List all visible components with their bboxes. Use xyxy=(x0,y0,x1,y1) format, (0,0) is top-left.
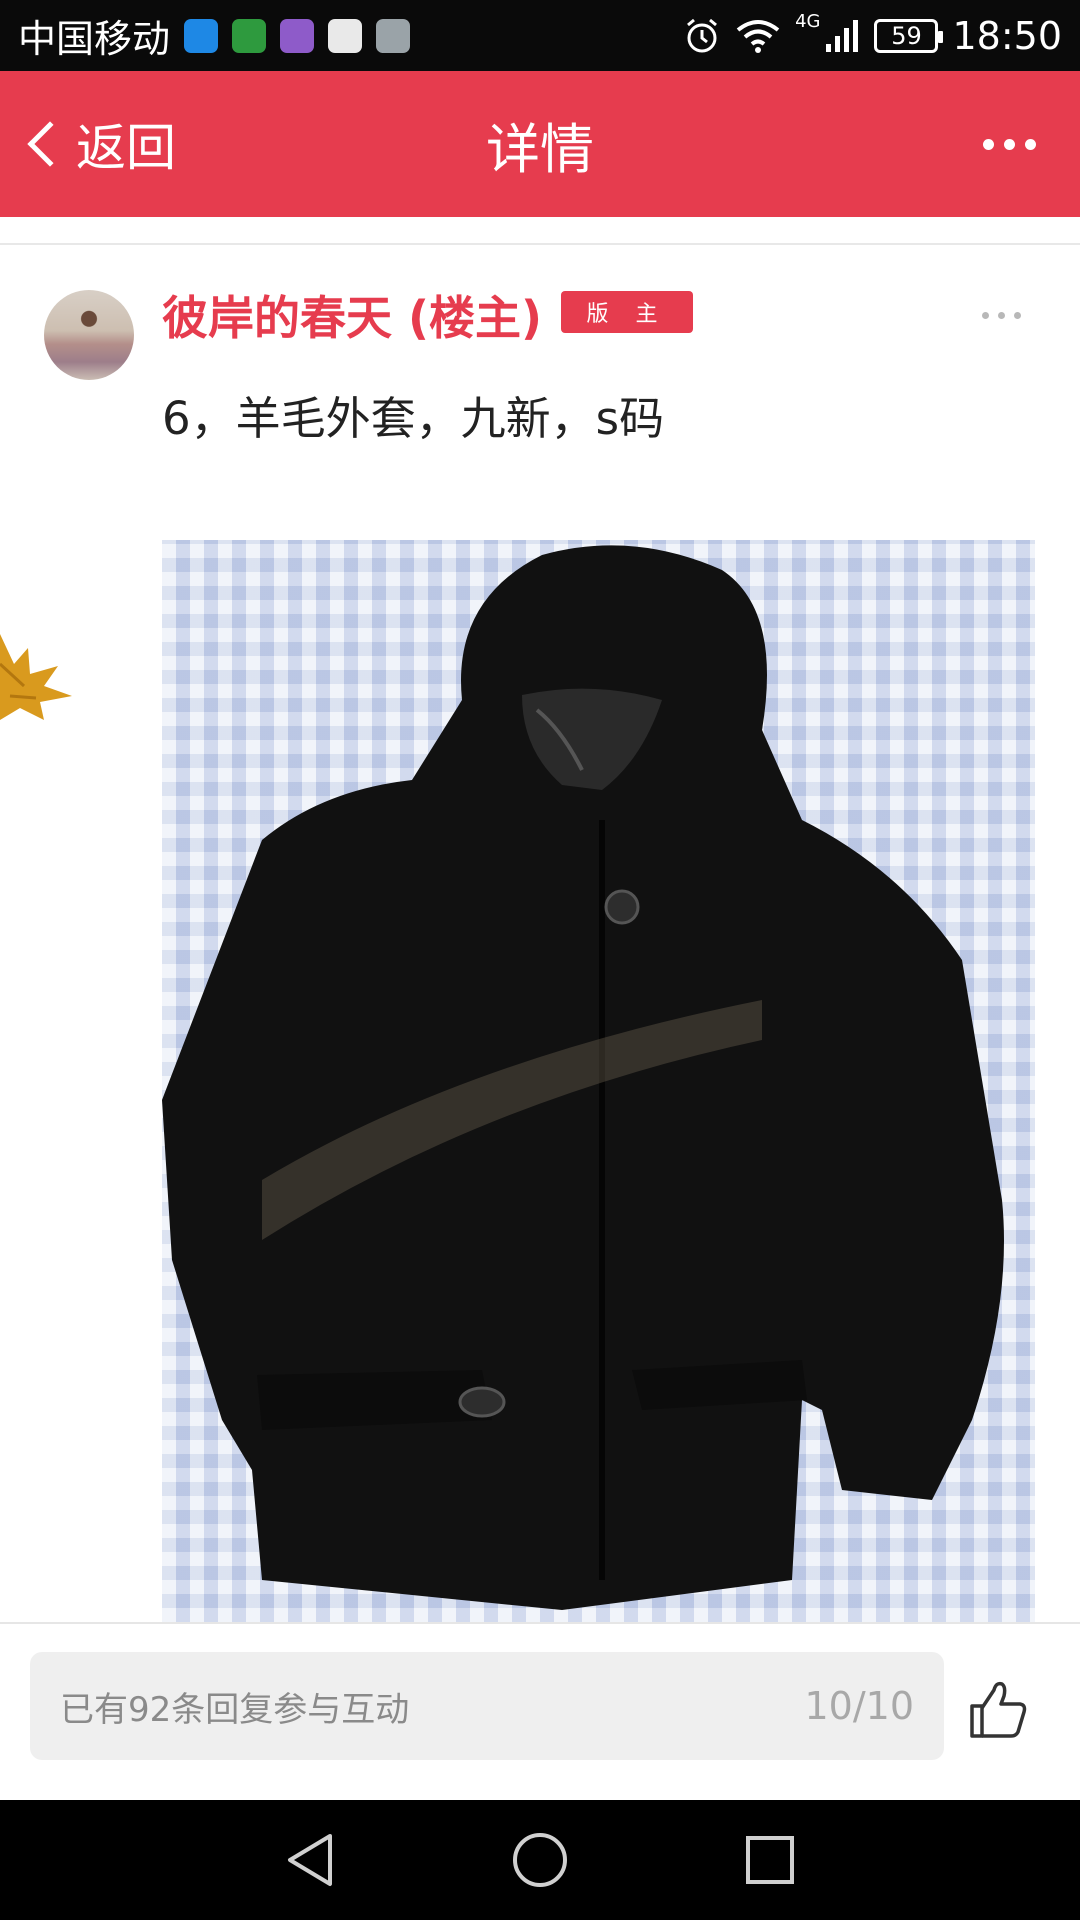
app-header: 返回 详情 xyxy=(0,71,1080,217)
battery-indicator: 59 xyxy=(874,18,944,53)
page-indicator: 10/10 xyxy=(804,1684,914,1728)
more-dot-icon xyxy=(1014,312,1021,319)
wechat-icon xyxy=(232,18,267,53)
network-type-label: 4G xyxy=(795,11,821,32)
back-label: 返回 xyxy=(76,119,176,177)
alarm-icon xyxy=(687,18,718,52)
nav-recents-button[interactable] xyxy=(740,1830,800,1890)
clock: 18:50 xyxy=(952,13,1062,58)
more-dot-icon xyxy=(1004,138,1015,150)
back-button[interactable]: 返回 xyxy=(0,71,176,217)
chevron-left-icon xyxy=(27,121,73,167)
post-text: 6，羊毛外套，九新，s码 xyxy=(162,392,665,445)
avatar[interactable] xyxy=(44,290,134,380)
more-dot-icon xyxy=(998,312,1005,319)
divider xyxy=(0,1622,1080,1624)
keyboard-icon xyxy=(280,18,315,53)
navigation-bar xyxy=(0,1800,1080,1920)
status-bar: 中国移动 4G 59 18:50 xyxy=(0,0,1080,71)
reply-placeholder: 已有92条回复参与互动 xyxy=(60,1689,410,1730)
triangle-back-icon xyxy=(288,1834,332,1886)
signal-icon xyxy=(826,19,859,52)
square-recents-icon xyxy=(746,1836,794,1884)
nav-home-button[interactable] xyxy=(510,1830,570,1890)
wifi-icon xyxy=(736,19,780,53)
post-image[interactable] xyxy=(162,540,1035,1622)
map-icon xyxy=(328,18,363,53)
more-dot-icon xyxy=(982,312,989,319)
circle-home-icon xyxy=(513,1833,567,1887)
moderator-badge: 版 主 xyxy=(561,291,693,333)
nav-back-button[interactable] xyxy=(280,1830,340,1890)
more-dot-icon xyxy=(983,138,994,150)
maple-leaf-icon xyxy=(0,634,72,720)
divider xyxy=(0,243,1080,245)
more-options-button[interactable] xyxy=(983,138,1036,150)
thumbs-up-icon[interactable] xyxy=(966,1678,1030,1742)
more-dot-icon xyxy=(1025,138,1036,150)
reply-input[interactable]: 已有92条回复参与互动 10/10 xyxy=(30,1652,944,1760)
gallery-icon xyxy=(376,18,411,53)
post-more-button[interactable] xyxy=(982,312,1021,319)
author-name[interactable]: 彼岸的春天 (楼主) xyxy=(162,282,542,348)
carrier-label: 中国移动 xyxy=(18,17,171,61)
message-icon xyxy=(184,18,219,53)
